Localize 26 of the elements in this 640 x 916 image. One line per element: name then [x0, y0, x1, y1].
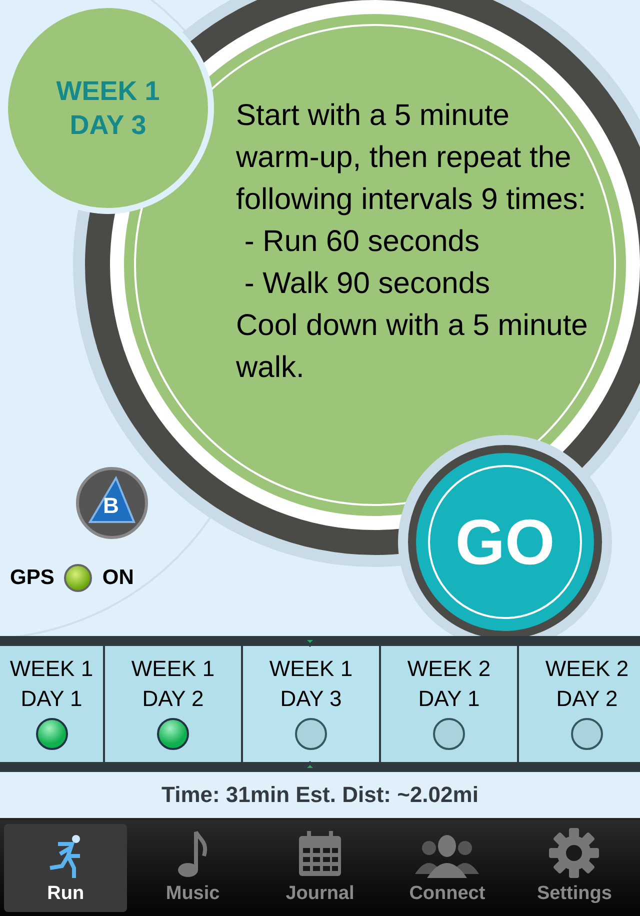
day-label: DAY 3 [70, 109, 146, 142]
day-text: DAY 1 [20, 684, 82, 713]
logo-badge[interactable]: B [76, 467, 148, 539]
day-text: DAY 3 [280, 684, 342, 713]
week-text: WEEK 1 [269, 654, 353, 683]
week-label: WEEK 1 [56, 75, 160, 108]
tab[interactable]: Settings [512, 824, 636, 912]
week-text: WEEK 2 [545, 654, 629, 683]
day-text: DAY 2 [556, 684, 618, 713]
tab[interactable]: Run [4, 824, 128, 912]
instruction-text: Start with a 5 minute warm-up, then repeat the following intervals 9 times: [236, 98, 588, 218]
gps-label: GPS [10, 565, 54, 591]
week-text: WEEK 1 [131, 654, 215, 683]
day-cell[interactable]: WEEK 1 DAY 3 [241, 646, 379, 762]
week-text: WEEK 1 [10, 654, 94, 683]
instruction-text: - Run 60 seconds [243, 224, 480, 260]
gps-state: ON [102, 565, 134, 591]
workout-summary: Time: 31min Est. Dist: ~2.02mi [162, 781, 478, 810]
tab[interactable]: Journal [258, 824, 382, 912]
tab[interactable]: Connect [386, 824, 509, 912]
tab[interactable]: Music [131, 824, 254, 912]
day-text: DAY 1 [418, 684, 480, 713]
day-text: DAY 2 [142, 684, 204, 713]
week-text: WEEK 2 [407, 654, 491, 683]
instruction-text: Cool down with a 5 minute walk. [236, 308, 589, 386]
instruction-text: - Walk 90 seconds [243, 266, 491, 302]
